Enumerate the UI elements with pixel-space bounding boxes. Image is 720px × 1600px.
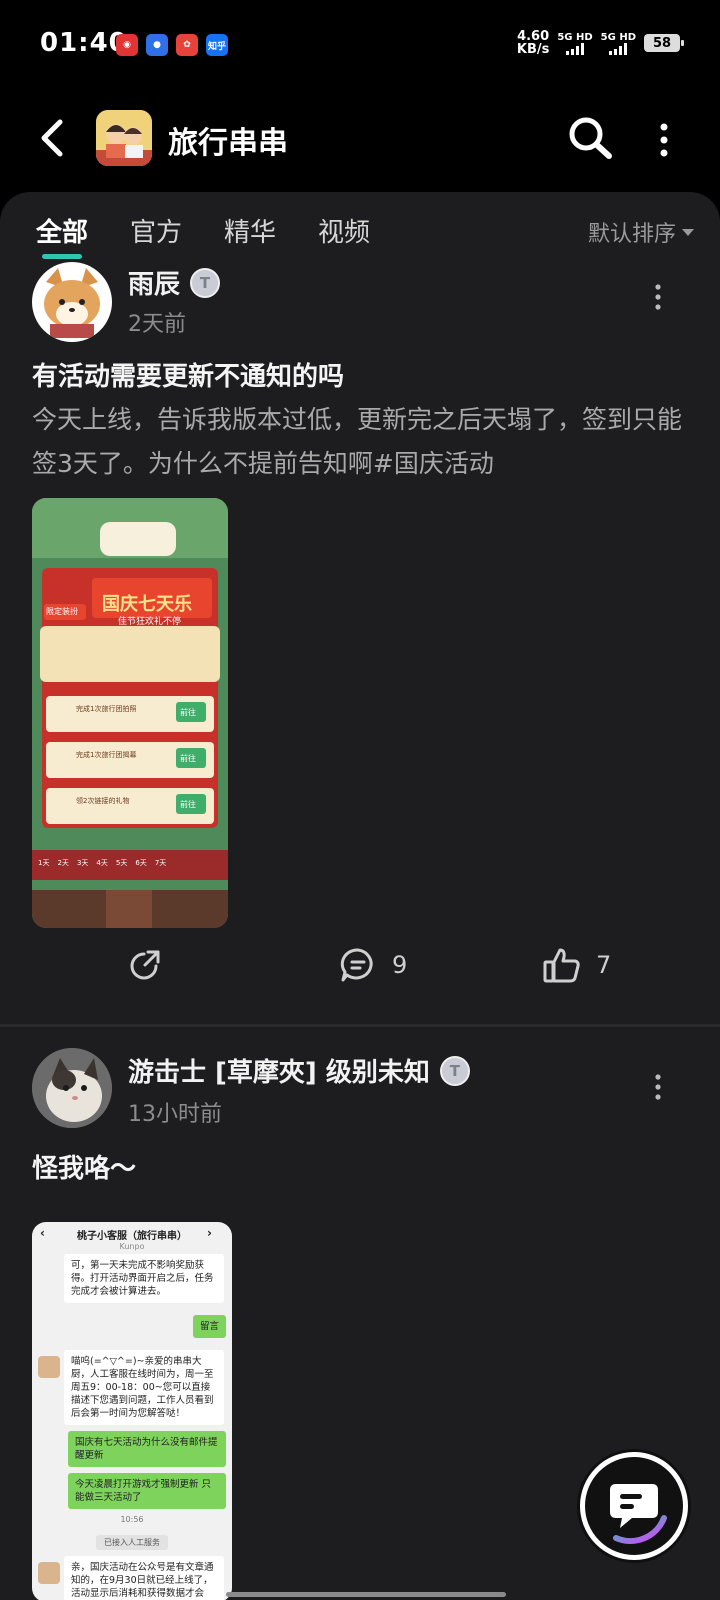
comment-count: 9 xyxy=(392,951,408,979)
chat-message: 国庆有七天活动为什么没有邮件提醒更新 xyxy=(68,1431,226,1467)
network-speed: 4.60 KB/s xyxy=(516,29,550,57)
chat-fab-button[interactable] xyxy=(580,1452,688,1560)
post-body[interactable]: 今天上线，告诉我版本过低，更新完之后天塌了，签到只能签3天了。为什么不提前告知啊… xyxy=(32,398,692,486)
chevron-right-icon: › xyxy=(207,1226,212,1240)
avatar-image xyxy=(32,262,112,342)
post-time: 2天前 xyxy=(128,312,186,337)
app-icon: ● xyxy=(146,34,168,56)
day-tab: 1天 xyxy=(38,859,50,867)
event-task: 完成1次旅行团拍照 xyxy=(76,705,137,713)
status-time: 01:40 xyxy=(40,28,128,58)
notification-icons: ◉ ● ✿ 知乎 xyxy=(116,34,228,56)
page-title: 旅行串串 xyxy=(168,126,288,161)
author-name[interactable]: 游击士 [草摩夾] 级别未知 T xyxy=(128,1052,470,1089)
event-banner: 国庆七天乐 xyxy=(102,594,192,615)
day-tabs: 1天 2天 3天 4天 5天 6天 7天 xyxy=(38,858,166,868)
chat-subtitle: Kunpo xyxy=(119,1242,145,1251)
battery-icon: 58 xyxy=(644,34,684,52)
more-options-button[interactable] xyxy=(654,122,674,158)
caret-down-icon xyxy=(682,228,694,236)
sort-dropdown[interactable]: 默认排序 xyxy=(588,216,694,248)
post-title[interactable]: 怪我咯～ xyxy=(32,1148,136,1185)
chat-message: 今天凌晨打开游戏才强制更新 只能做三天活动了 xyxy=(68,1473,226,1509)
post-image[interactable]: ‹ 桃子小客服（旅行串串） › Kunpo 可，第一天未完成不影响奖励获得。打开… xyxy=(32,1222,232,1600)
day-tab: 4天 xyxy=(96,859,108,867)
chat-avatar xyxy=(38,1562,60,1584)
chat-message: 留言 xyxy=(192,1315,226,1338)
go-button: 前往 xyxy=(180,800,196,809)
go-button: 前往 xyxy=(180,754,196,763)
day-tab: 7天 xyxy=(154,859,167,867)
netease-music-icon: ◉ xyxy=(116,34,138,56)
chat-message: 可，第一天未完成不影响奖励获得。打开活动界面开启之后，任务完成才会被计算进去。 xyxy=(64,1254,224,1303)
post-title[interactable]: 有活动需要更新不通知的吗 xyxy=(32,356,344,393)
post-image[interactable]: 国庆七天乐 佳节狂欢礼不停 限定装扮 完成1次旅行团拍照 完成1次旅行团揭幕 领… xyxy=(32,498,228,928)
tab-bar: 全部 官方 精华 视频 xyxy=(36,212,370,259)
chat-title: 桃子小客服（旅行串串） xyxy=(77,1231,187,1242)
post-divider xyxy=(0,1024,720,1027)
go-button: 前往 xyxy=(180,708,196,717)
avatar[interactable] xyxy=(32,1048,112,1128)
search-button[interactable] xyxy=(566,114,614,162)
more-vertical-icon xyxy=(655,1074,661,1100)
xiaohongshu-icon: ✿ xyxy=(176,34,198,56)
sort-label: 默认排序 xyxy=(587,222,676,247)
home-indicator[interactable] xyxy=(226,1592,506,1597)
post-time: 13小时前 xyxy=(128,1102,222,1127)
like-button[interactable]: 7 xyxy=(542,946,611,984)
limited-tag: 限定装扮 xyxy=(46,607,78,616)
content-sheet: 全部 官方 精华 视频 默认排序 雨辰 T 2天前 有活动需要更新不通知的吗 今… xyxy=(0,192,720,1600)
level-badge-icon: T xyxy=(439,1055,470,1086)
avatar-image xyxy=(32,1048,112,1128)
status-bar: 01:40 ◉ ● ✿ 知乎 4.60 KB/s 5G HD 5G HD 58 xyxy=(0,0,720,90)
tab-featured[interactable]: 精华 xyxy=(224,212,276,249)
avatar[interactable] xyxy=(32,262,112,342)
chevron-left-icon: ‹ xyxy=(40,1226,45,1240)
post-more-button[interactable] xyxy=(654,284,662,310)
like-count: 7 xyxy=(596,951,612,979)
day-tab: 6天 xyxy=(135,859,147,867)
comment-icon xyxy=(340,948,373,982)
thumbs-up-icon xyxy=(543,948,580,983)
day-tab: 2天 xyxy=(57,859,69,867)
day-tab: 3天 xyxy=(76,859,89,867)
comment-button[interactable]: 9 xyxy=(338,946,407,984)
event-task: 完成1次旅行团揭幕 xyxy=(76,751,137,759)
more-vertical-icon xyxy=(655,284,661,310)
chat-bubble-icon xyxy=(610,1484,667,1545)
tab-all[interactable]: 全部 xyxy=(36,212,88,259)
club-logo[interactable] xyxy=(96,110,152,166)
chat-header: ‹ 桃子小客服（旅行串串） › Kunpo xyxy=(32,1222,232,1252)
event-task: 领2次链接的礼物 xyxy=(76,797,130,805)
chat-time: 10:56 xyxy=(120,1515,144,1524)
back-arrow-icon xyxy=(41,119,63,157)
club-logo-image xyxy=(96,110,152,166)
zhihu-icon: 知乎 xyxy=(206,34,228,56)
search-icon xyxy=(569,117,612,159)
sim2-signal: 5G HD xyxy=(601,32,636,55)
more-vertical-icon xyxy=(660,123,668,157)
post-card[interactable]: 雨辰 T 2天前 有活动需要更新不通知的吗 今天上线，告诉我版本过低，更新完之后… xyxy=(0,262,720,1022)
chat-message: 亲，国庆活动在公众号是有文章通知的，在9月30日就已经上线了，活动显示后消耗和获… xyxy=(64,1556,224,1600)
chat-message: 喵呜(=^▽^=)~亲爱的串串大厨，人工客服在线时间为，周一至周五9：00-18… xyxy=(64,1350,224,1425)
level-badge-icon: T xyxy=(190,267,221,298)
share-icon xyxy=(130,950,160,980)
chat-avatar xyxy=(38,1356,60,1378)
event-subbanner: 佳节狂欢礼不停 xyxy=(118,617,182,627)
system-note: 已接入人工服务 xyxy=(96,1535,168,1550)
share-button[interactable] xyxy=(126,946,164,984)
post-more-button[interactable] xyxy=(654,1074,662,1100)
day-tab: 5天 xyxy=(115,859,128,867)
app-bar: 旅行串串 xyxy=(0,100,720,180)
back-button[interactable] xyxy=(36,118,72,158)
author-name[interactable]: 雨辰 T xyxy=(128,264,221,301)
tab-video[interactable]: 视频 xyxy=(318,212,370,249)
post-actions: 9 7 xyxy=(0,946,720,1006)
sim1-signal: 5G HD xyxy=(557,32,593,55)
tab-official[interactable]: 官方 xyxy=(130,212,182,249)
